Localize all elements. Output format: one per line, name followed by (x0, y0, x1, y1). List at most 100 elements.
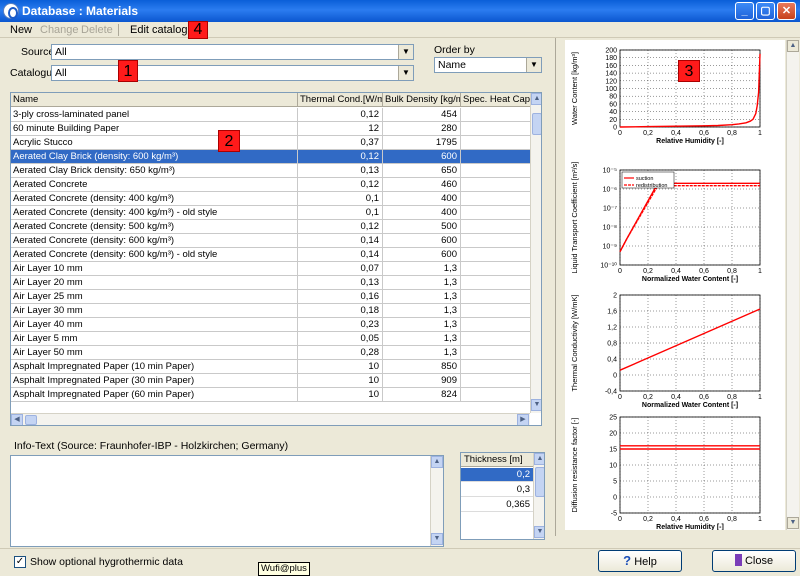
table-row[interactable]: Air Layer 20 mm 0,13 1,3 (11, 276, 531, 290)
cell-value: 454 (383, 108, 461, 122)
y-axis-label: Liquid Transport Coefficient [m²/s] (570, 162, 579, 274)
cell-name: Acrylic Stucco (11, 136, 298, 150)
y-tick-label: 0 (613, 125, 617, 132)
catalogue-select[interactable]: All ▼ (51, 65, 414, 81)
table-row[interactable]: Air Layer 10 mm 0,07 1,3 (11, 262, 531, 276)
scroll-thumb[interactable] (532, 113, 541, 135)
info-text-area[interactable]: ▲ ▼ (10, 455, 444, 547)
scroll-down-icon[interactable]: ▼ (431, 533, 443, 545)
materials-table[interactable]: NameThermal Cond.[W/mK]Bulk Density [kg/… (10, 92, 542, 426)
scroll-up-icon[interactable]: ▲ (531, 93, 541, 105)
x-tick-label: 0,6 (699, 130, 709, 137)
thickness-list[interactable]: Thickness [m] 0,2 0,3 0,365 ▲ ▼ (460, 452, 545, 540)
thickness-scrollbar[interactable]: ▲ ▼ (533, 453, 544, 539)
scroll-thumb[interactable] (535, 467, 544, 497)
y-axis-label: Diffusion resistance factor [-] (570, 418, 579, 513)
cell-value (461, 248, 531, 262)
x-tick-label: 0 (618, 130, 622, 137)
table-row[interactable]: Aerated Concrete (density: 600 kg/m³) 0,1… (11, 234, 531, 248)
cell-name: Aerated Concrete (density: 500 kg/m³) (11, 220, 298, 234)
table-row[interactable]: Aerated Clay Brick density: 650 kg/m³) 0,… (11, 164, 531, 178)
table-row[interactable]: Air Layer 25 mm 0,16 1,3 (11, 290, 531, 304)
minimize-button[interactable]: _ (735, 2, 754, 20)
x-tick-label: 0,4 (671, 516, 681, 523)
marker-4: 4 (188, 21, 208, 39)
cell-value: 10 (298, 388, 383, 402)
table-row[interactable]: Aerated Clay Brick (density: 600 kg/m³) 0… (11, 150, 531, 164)
y-tick-label: 60 (609, 101, 617, 108)
thickness-row[interactable]: 0,3 (461, 483, 533, 497)
catalogue-value: All (55, 67, 67, 79)
scroll-down-icon[interactable]: ▼ (787, 517, 799, 529)
show-optional-checkbox[interactable]: ✓ (14, 556, 26, 568)
cell-value: 12 (298, 122, 383, 136)
table-row[interactable]: Asphalt Impregnated Paper (10 min Paper)… (11, 360, 531, 374)
scroll-thumb[interactable] (25, 415, 37, 425)
x-tick-label: 0,4 (671, 394, 681, 401)
cell-value (461, 220, 531, 234)
column-header[interactable]: Name (11, 93, 298, 107)
cell-value: 0,12 (298, 150, 383, 164)
scroll-up-icon[interactable]: ▲ (431, 456, 443, 468)
cell-value: 500 (383, 220, 461, 234)
y-tick-label: 2 (613, 293, 617, 300)
x-tick-label: 0,2 (643, 394, 653, 401)
y-tick-label: 0 (613, 373, 617, 380)
scroll-down-icon[interactable]: ▼ (534, 526, 544, 538)
y-tick-label: 140 (605, 71, 617, 78)
maximize-button[interactable]: ▢ (756, 2, 775, 20)
cell-value: 400 (383, 192, 461, 206)
thickness-row[interactable]: 0,365 (461, 498, 533, 512)
table-row[interactable]: 3-ply cross-laminated panel 0,12 454 (11, 108, 531, 122)
y-tick-label: 0,8 (607, 341, 617, 348)
table-row[interactable]: Air Layer 5 mm 0,05 1,3 (11, 332, 531, 346)
cell-value (461, 192, 531, 206)
scroll-up-icon[interactable]: ▲ (534, 453, 544, 465)
cell-value (461, 122, 531, 136)
y-tick-label: 0 (613, 495, 617, 502)
help-button[interactable]: ? Help (598, 550, 682, 572)
close-button[interactable]: Close (712, 550, 796, 572)
info-scrollbar[interactable]: ▲ ▼ (430, 456, 443, 546)
y-tick-label: 200 (605, 48, 617, 55)
chart-panel-scrollbar[interactable]: ▲ ▼ (786, 40, 799, 530)
cell-value: 1,3 (383, 332, 461, 346)
marker-2: 2 (218, 130, 240, 152)
table-row[interactable]: Air Layer 50 mm 0,28 1,3 (11, 346, 531, 360)
thickness-row[interactable]: 0,2 (461, 468, 533, 482)
table-row[interactable]: Air Layer 40 mm 0,23 1,3 (11, 318, 531, 332)
table-row[interactable]: Aerated Concrete 0,12 460 (11, 178, 531, 192)
table-row[interactable]: Asphalt Impregnated Paper (30 min Paper)… (11, 374, 531, 388)
scroll-left-icon[interactable]: ◀ (11, 414, 23, 425)
table-vertical-scrollbar[interactable]: ▲ ▼ (530, 93, 541, 413)
chart-area: 0 0,2 0,4 0,6 0,8 1 0 20 40 60 80 100 120 140 160 180 20… (565, 40, 785, 531)
scroll-up-icon[interactable]: ▲ (787, 40, 799, 52)
table-horizontal-scrollbar[interactable]: ◀ ▶ (11, 413, 530, 425)
table-row[interactable]: Aerated Concrete (density: 400 kg/m³) - … (11, 206, 531, 220)
menu-delete[interactable]: Delete (81, 23, 113, 37)
column-header[interactable]: Bulk Density [kg/m³] (383, 93, 461, 107)
column-header[interactable]: Spec. Heat Cap.[ (461, 93, 531, 107)
column-header[interactable]: Thermal Cond.[W/mK] (298, 93, 383, 107)
cell-value: 600 (383, 234, 461, 248)
cell-value (461, 178, 531, 192)
table-row[interactable]: Acrylic Stucco 0,37 1795 (11, 136, 531, 150)
table-row[interactable]: Aerated Concrete (density: 500 kg/m³) 0,1… (11, 220, 531, 234)
table-row[interactable]: Air Layer 30 mm 0,18 1,3 (11, 304, 531, 318)
menu-new[interactable]: New (10, 23, 32, 37)
x-tick-label: 0,6 (699, 516, 709, 523)
y-tick-label: 120 (605, 78, 617, 85)
table-row[interactable]: 60 minute Building Paper 12 280 (11, 122, 531, 136)
cell-value: 1,3 (383, 318, 461, 332)
table-row[interactable]: Aerated Concrete (density: 600 kg/m³) - … (11, 248, 531, 262)
menu-change[interactable]: Change (40, 23, 79, 37)
scroll-down-icon[interactable]: ▼ (531, 399, 541, 411)
close-window-button[interactable]: ✕ (777, 2, 796, 20)
cell-name: Aerated Concrete (density: 600 kg/m³) (11, 234, 298, 248)
cell-value (461, 332, 531, 346)
scroll-right-icon[interactable]: ▶ (517, 414, 529, 425)
table-row[interactable]: Aerated Concrete (density: 400 kg/m³) 0,1… (11, 192, 531, 206)
table-row[interactable]: Asphalt Impregnated Paper (60 min Paper)… (11, 388, 531, 402)
order-select[interactable]: Name ▼ (434, 57, 542, 73)
source-select[interactable]: All ▼ (51, 44, 414, 60)
